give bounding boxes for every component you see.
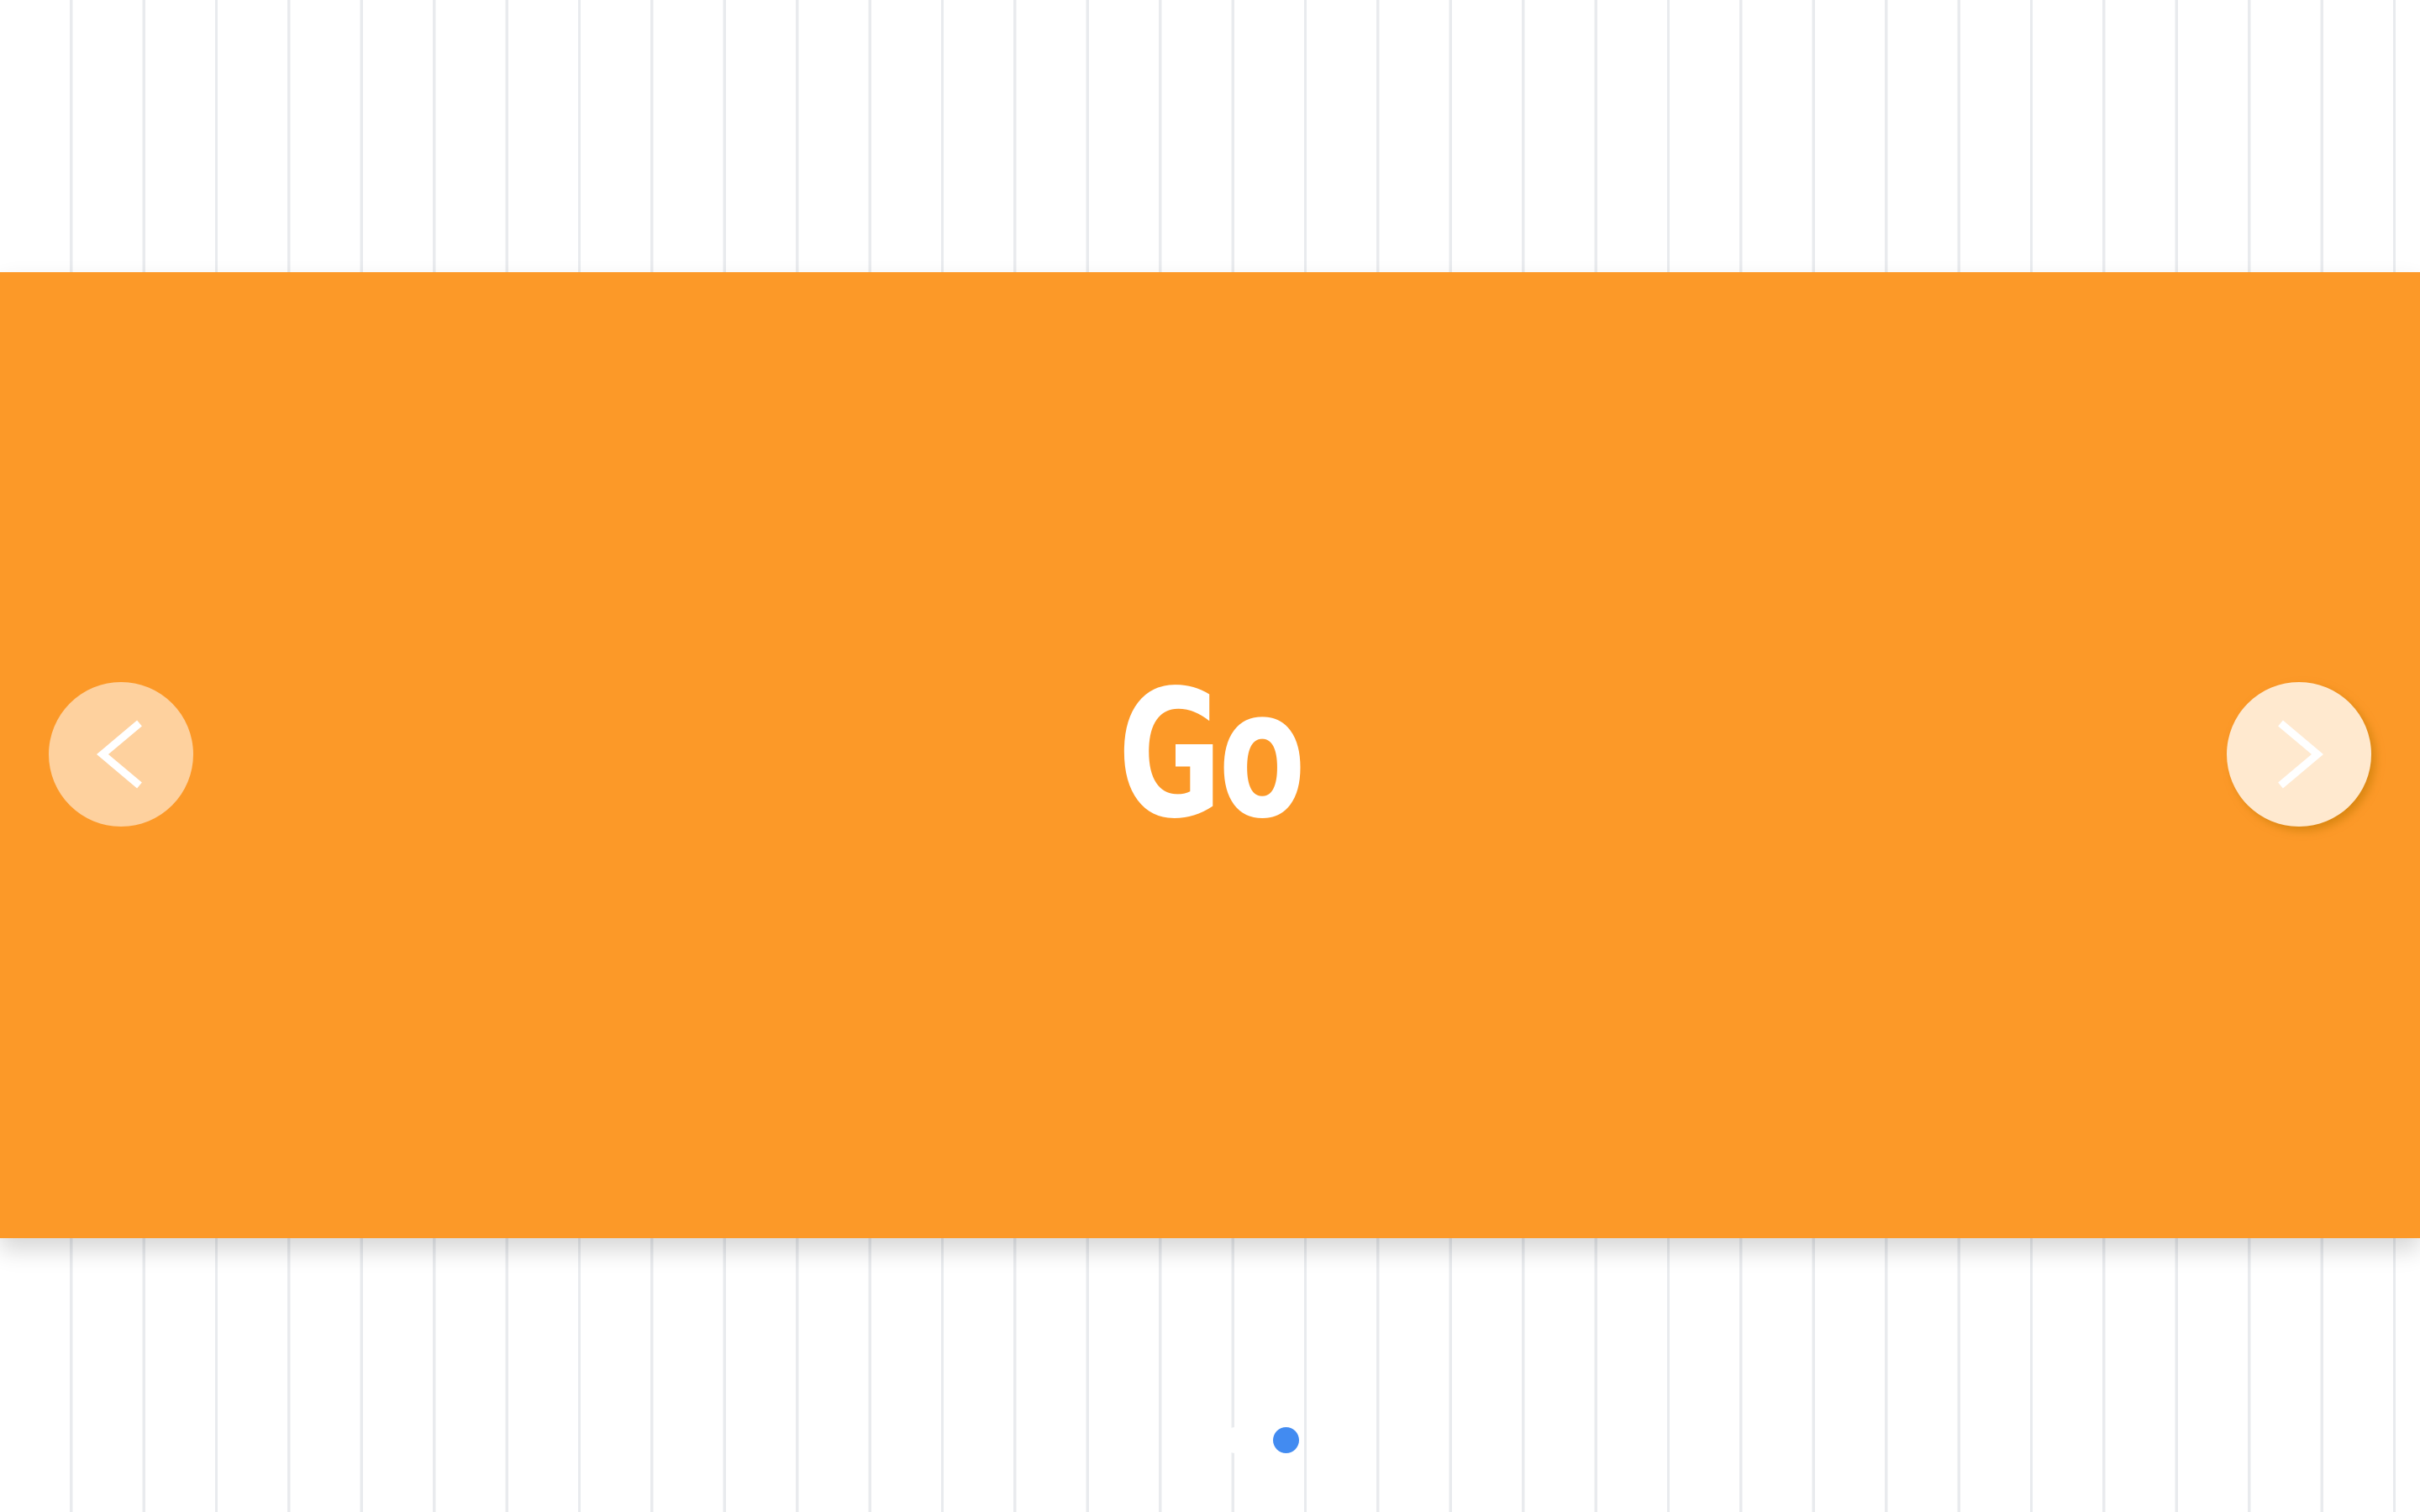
pagination-dot-3[interactable] [1222, 1426, 1249, 1453]
slide-title: Go [1118, 652, 1306, 858]
next-slide-button[interactable] [2227, 682, 2371, 827]
chevron-left-icon [97, 720, 142, 789]
pagination-dot-2[interactable] [1171, 1426, 1198, 1453]
prev-slide-button[interactable] [49, 682, 193, 827]
pagination-dots [0, 1426, 2420, 1453]
chevron-right-icon [2278, 720, 2323, 789]
pagination-dot-4-active[interactable] [1272, 1426, 1299, 1453]
carousel: Go [0, 272, 2420, 1453]
pagination-dot-1[interactable] [1121, 1426, 1148, 1453]
